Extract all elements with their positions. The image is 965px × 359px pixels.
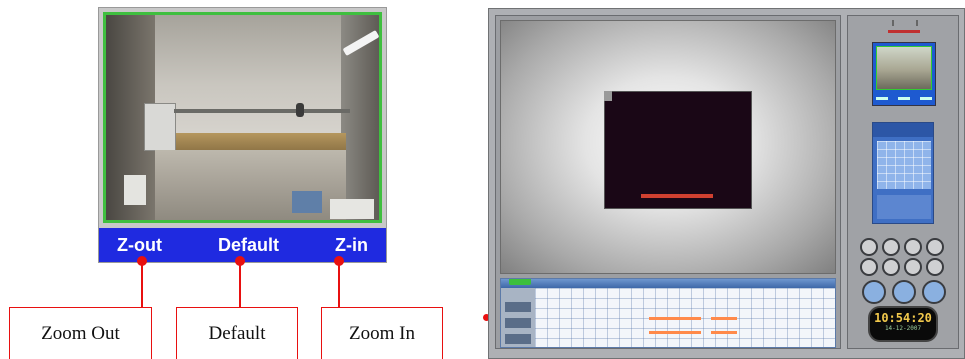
playback-button-5[interactable] (860, 258, 878, 276)
recording-segment (649, 331, 701, 334)
thumb-zoom-in-button[interactable] (920, 97, 932, 100)
playback-button-1[interactable] (860, 238, 878, 256)
zoomed-video-frame (604, 91, 752, 209)
zoom-out-button[interactable]: Z-out (117, 235, 162, 256)
callout-zoom-in: Zoom In (321, 307, 443, 359)
playback-button-7[interactable] (904, 258, 922, 276)
digital-clock: 10:54:20 14-12-2007 (868, 306, 938, 342)
playback-button-4[interactable] (926, 238, 944, 256)
callout-line-zoom-in (338, 263, 340, 307)
recording-segment (711, 331, 737, 334)
callout-line-zoom-out (141, 263, 143, 307)
playback-button-2[interactable] (882, 238, 900, 256)
callout-zoom-out: Zoom Out (9, 307, 152, 359)
zoom-thumbnail[interactable] (872, 42, 936, 106)
clock-time: 10:54:20 (874, 311, 932, 325)
video-overlay-caption (641, 194, 713, 198)
calendar-widget[interactable] (872, 122, 934, 224)
brand-logo-accent (888, 30, 920, 33)
dvr-main-area (495, 15, 841, 349)
callout-default: Default (176, 307, 298, 359)
thumb-default-button[interactable] (898, 97, 910, 100)
zoom-preview-panel: Z-out Default Z-in (98, 7, 387, 263)
callout-line-default (239, 263, 241, 307)
calendar-header (873, 123, 933, 137)
thumbnail-zoom-controls (876, 94, 932, 103)
brand-logo (892, 20, 918, 26)
playback-button-6[interactable] (882, 258, 900, 276)
video-viewport[interactable] (500, 20, 836, 274)
recording-segment (711, 317, 737, 320)
dvr-control-sidebar: 10:54:20 14-12-2007 (847, 15, 959, 349)
function-button-3[interactable] (922, 280, 946, 304)
function-button-1[interactable] (862, 280, 886, 304)
recording-segment (649, 317, 701, 320)
thumb-zoom-out-button[interactable] (876, 97, 888, 100)
camera-preview (103, 12, 382, 223)
timeline-header (501, 279, 835, 288)
clock-date: 14-12-2007 (884, 325, 922, 332)
dvr-application-window: 10:54:20 14-12-2007 (488, 8, 965, 359)
timeline-channel-list (501, 288, 535, 347)
playback-button-8[interactable] (926, 258, 944, 276)
recording-timeline[interactable] (500, 278, 836, 348)
playback-button-3[interactable] (904, 238, 922, 256)
zoom-in-button[interactable]: Z-in (335, 235, 368, 256)
calendar-days-grid[interactable] (877, 141, 931, 189)
timeline-tab[interactable] (509, 279, 531, 285)
function-button-2[interactable] (892, 280, 916, 304)
zoom-default-button[interactable]: Default (218, 235, 279, 256)
calendar-footer (877, 195, 931, 219)
